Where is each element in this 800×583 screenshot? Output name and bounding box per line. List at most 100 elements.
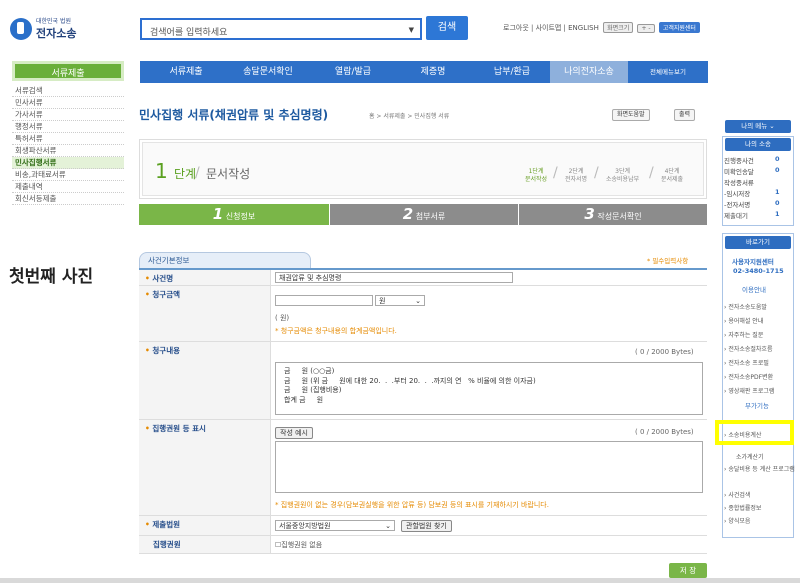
status-label[interactable]: 제출대기 [724, 210, 748, 220]
progress-slash: / [594, 165, 599, 181]
quick-link[interactable]: › 사건검색 [724, 490, 750, 499]
tab-document-confirm[interactable]: 3 작성문서확인 [519, 204, 707, 225]
row-claim-content: 청구내용 ( 0 / 2000 Bytes) 금 원 (○○금) 금 원 (위 … [139, 342, 707, 420]
status-label: 작성중서류 [724, 179, 754, 187]
nav-payment[interactable]: 납부/환급 [474, 61, 550, 83]
step-name: 문서작성 [206, 167, 251, 181]
quick-link[interactable]: › 용어해설 안내 [724, 316, 763, 325]
left-sidebar: 서류제출 서류검색 민사서류 가사서류 행정서류 특허서류 회생파산서류 민사집… [12, 61, 124, 205]
sidebar-item[interactable]: 제출내역 [12, 181, 124, 193]
progress-slash: / [649, 165, 654, 181]
page-title: 민사집행 서류(채권압류 및 추심명령) [139, 108, 329, 122]
search-input[interactable]: 검색어를 입력하세요 ▼ [140, 18, 422, 40]
quick-link[interactable]: › 전자소송절차흐름 [724, 344, 772, 353]
sidebar-title: 서류제출 [12, 61, 124, 81]
print-button[interactable]: 출력 [674, 109, 696, 121]
status-count: 0 [775, 166, 780, 174]
quick-link[interactable]: › 전자소송PDF변환 [724, 372, 773, 381]
status-label[interactable]: 진행중사건 [724, 155, 754, 165]
sidebar-item[interactable]: 서류검색 [12, 85, 124, 97]
progress-step-2: 2단계 전자서명 [565, 168, 588, 183]
sidebar-item-active[interactable]: 민사집행서류 [12, 157, 124, 169]
form-tabs: 1 신청정보 2 첨부서류 3 작성문서확인 [139, 204, 707, 225]
nav-view-issue[interactable]: 열람/발급 [314, 61, 392, 83]
step-number: 1 [155, 159, 168, 183]
example-button[interactable]: 작성 예시 [275, 427, 313, 439]
font-size-chip[interactable]: 화면크기 [603, 22, 634, 33]
logo[interactable]: 대한민국 법원 전자소송 [10, 16, 100, 46]
amount-note: * 청구금액은 청구내용의 합계금액입니다. [275, 327, 397, 335]
status-label[interactable]: 미확인송달 [724, 166, 754, 176]
quick-link[interactable]: › 영상재판 프로그램 [724, 386, 774, 395]
status-count: 1 [775, 210, 780, 218]
search-placeholder: 검색어를 입력하세요 [150, 28, 228, 38]
section-tab: 사건기본정보 [139, 252, 311, 268]
tab-application-info[interactable]: 1 신청정보 [139, 204, 329, 225]
support-center-link[interactable]: 사용자지원센터 [732, 256, 774, 266]
amount-sub: ( 원) [275, 314, 290, 322]
status-count: 1 [775, 188, 780, 196]
zoom-buttons[interactable]: + - [637, 24, 655, 33]
guide-heading: 이용안내 [742, 286, 766, 294]
utility-links[interactable]: 로그아웃 | 사이트맵 | ENGLISH 화면크기 + - 고객지원센터 [503, 22, 700, 33]
util-links-text[interactable]: 로그아웃 | 사이트맵 | ENGLISH [503, 24, 599, 32]
save-button[interactable]: 저 장 [669, 563, 707, 578]
quick-link[interactable]: › 전자소송도움말 [724, 302, 767, 311]
quick-link[interactable]: › 종합법률정보 [724, 503, 761, 512]
court-label: 제출법원 [139, 516, 271, 535]
status-label[interactable]: -임시저장 [724, 188, 750, 198]
exec-title-label: 집행권원 등 표시 [139, 420, 271, 515]
quick-link[interactable]: 소가계산기 [736, 452, 764, 461]
step-indicator: 1 단계 / 문서작성 1단계 문서작성 / 2단계 전자서명 / 3단계 소송비용납… [139, 139, 707, 199]
quick-link[interactable]: › 자주하는 질문 [724, 330, 763, 339]
nav-document-submit[interactable]: 서류제출 [150, 61, 222, 83]
sidebar-item[interactable]: 회생파산서류 [12, 145, 124, 157]
exec-none-checkbox[interactable]: ☐집행권원 없음 [275, 540, 322, 550]
my-suit-title: 나의 소송 [725, 138, 791, 151]
sidebar-item[interactable]: 가사서류 [12, 109, 124, 121]
amount-field[interactable] [275, 295, 373, 306]
support-center-button[interactable]: 고객지원센터 [658, 22, 700, 33]
search-button[interactable]: 검색 [426, 16, 468, 40]
step-unit: 단계 [174, 167, 197, 181]
step-inner: 1 단계 / 문서작성 1단계 문서작성 / 2단계 전자서명 / 3단계 소송비용납… [142, 142, 704, 196]
claim-content-textarea[interactable]: 금 원 (○○금) 금 원 (위 금 원에 대한 20. . .부터 20. .… [275, 362, 703, 415]
currency-select[interactable]: 원 ⌄ [375, 295, 425, 306]
case-name-field[interactable]: 채권압류 및 추심명령 [275, 272, 513, 283]
photo-label: 첫번째 사진 [9, 267, 94, 287]
exec-none-label: 집행권원 [139, 536, 271, 553]
exec-title-textarea[interactable] [275, 441, 703, 493]
extra-heading: 부가기능 [745, 402, 769, 410]
my-menu-button[interactable]: 나의 메뉴 ⌄ [725, 120, 791, 133]
sidebar-item[interactable]: 회신서등제출 [12, 193, 124, 205]
quick-link[interactable]: › 양식모음 [724, 516, 750, 525]
required-note: * 필수입력사항 [647, 257, 689, 265]
nav-all-menu[interactable]: 전체메뉴보기 [630, 61, 706, 83]
sidebar-item[interactable]: 특허서류 [12, 133, 124, 145]
quick-link[interactable]: › 전자소송 프로필 [724, 358, 769, 367]
dropdown-arrow-icon[interactable]: ▼ [409, 26, 414, 34]
exec-note: * 집행권원이 없는 경우(담보권실행을 위한 압류 등) 담보권 등의 표시를… [275, 501, 549, 509]
sidebar-item[interactable]: 비송,과태료서류 [12, 169, 124, 181]
nav-certificate[interactable]: 제증명 [392, 61, 474, 83]
quick-links-title: 바로가기 [725, 236, 791, 249]
find-court-button[interactable]: 관할법원 찾기 [401, 520, 452, 532]
sidebar-item[interactable]: 민사서류 [12, 97, 124, 109]
logo-subtitle: 대한민국 법원 [36, 18, 72, 25]
court-select[interactable]: 서울중앙지방법원 ⌄ [275, 520, 395, 531]
status-count: 0 [775, 155, 780, 163]
sidebar-item[interactable]: 행정서류 [12, 121, 124, 133]
row-exec-title: 집행권원 등 표시 작성 예시 ( 0 / 2000 Bytes) * 집행권원… [139, 420, 707, 516]
nav-my-suit[interactable]: 나의전자소송 [550, 61, 628, 83]
horizontal-scrollbar[interactable] [0, 578, 800, 583]
row-amount: 청구금액 원⌄ ( 원) * 청구금액은 청구내용의 합계금액입니다. [139, 286, 707, 342]
help-button[interactable]: 화면도움말 [612, 109, 650, 121]
quick-link[interactable]: › 송달비용 등 계산 프로그램 [724, 464, 795, 473]
support-phone: 02-3480-1715 [733, 267, 784, 275]
tab-attachments[interactable]: 2 첨부서류 [330, 204, 518, 225]
main-nav: 서류제출 송달문서확인 열람/발급 제증명 납부/환급 나의전자소송 전체메뉴보… [140, 61, 708, 83]
progress-step-1: 1단계 문서작성 [525, 168, 548, 183]
claim-byte-count: ( 0 / 2000 Bytes) [635, 348, 694, 356]
nav-delivery-check[interactable]: 송달문서확인 [222, 61, 314, 83]
status-label[interactable]: -전자서명 [724, 199, 750, 209]
